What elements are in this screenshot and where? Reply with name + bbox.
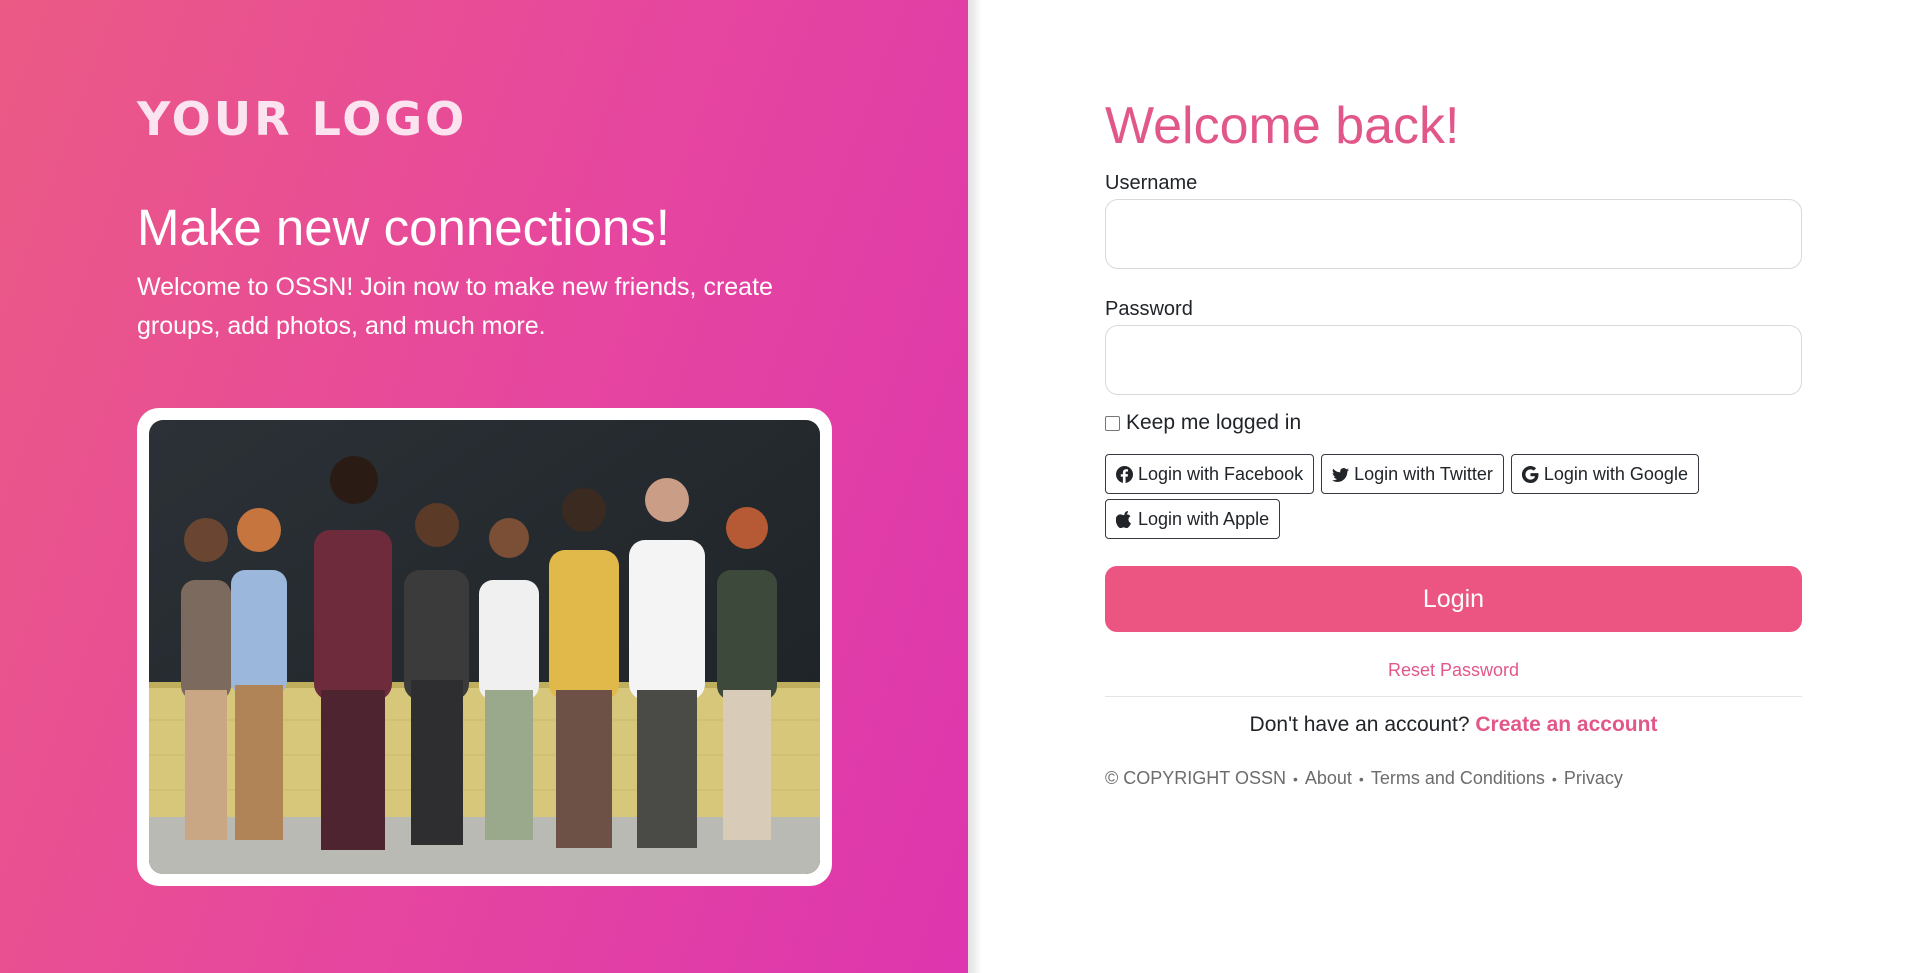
footer-link-about[interactable]: About [1305,768,1352,789]
group-photo [149,420,820,874]
signup-prompt: Don't have an account? [1249,713,1470,736]
hero-headline: Make new connections! [137,199,670,256]
footer-link-terms[interactable]: Terms and Conditions [1371,768,1545,789]
footer-separator: • [1358,770,1364,787]
login-panel: Welcome back! Username Password Keep me … [1105,0,1805,973]
google-login-label: Login with Google [1543,463,1688,484]
apple-login-label: Login with Apple [1138,508,1270,529]
apple-login-button[interactable]: Login with Apple [1105,499,1281,539]
password-label: Password [1105,298,1193,320]
username-label: Username [1105,172,1198,194]
footer-link-privacy[interactable]: Privacy [1564,768,1623,789]
twitter-login-button[interactable]: Login with Twitter [1321,454,1504,494]
footer-separator: • [1551,770,1557,787]
reset-password-link[interactable]: Reset Password [1105,660,1802,681]
google-icon [1521,465,1539,483]
create-account-link[interactable]: Create an account [1475,713,1657,736]
password-input[interactable] [1105,325,1802,395]
remember-me-checkbox[interactable] [1105,415,1120,431]
username-input[interactable] [1105,199,1802,269]
login-button[interactable]: Login [1105,566,1802,632]
login-title: Welcome back! [1105,97,1460,155]
remember-me-label[interactable]: Keep me logged in [1126,411,1301,435]
footer-copyright: © COPYRIGHT OSSN [1105,768,1286,788]
hero-panel: YOUR LOGO Make new connections! Welcome … [0,0,968,973]
footer-separator: • [1292,770,1298,787]
hero-photo-frame [137,408,832,886]
group-photo-illustration [149,420,820,874]
facebook-icon [1116,465,1133,483]
social-login-row-2: Login with Apple [1105,499,1281,539]
remember-me-row: Keep me logged in [1105,411,1301,435]
twitter-login-label: Login with Twitter [1354,463,1493,484]
hero-description: Welcome to OSSN! Join now to make new fr… [137,273,773,340]
footer: © COPYRIGHT OSSN • About • Terms and Con… [1105,768,1623,789]
facebook-login-label: Login with Facebook [1138,463,1304,484]
panel-shadow [968,0,982,973]
facebook-login-button[interactable]: Login with Facebook [1105,454,1315,494]
twitter-icon [1332,467,1350,482]
site-logo[interactable]: YOUR LOGO [137,92,467,146]
google-login-button[interactable]: Login with Google [1510,454,1699,494]
divider [1105,696,1802,697]
apple-icon [1116,510,1131,528]
signup-row: Don't have an account? Create an account [1105,713,1802,737]
social-login-row-1: Login with Facebook Login with Twitter L… [1105,454,1699,494]
